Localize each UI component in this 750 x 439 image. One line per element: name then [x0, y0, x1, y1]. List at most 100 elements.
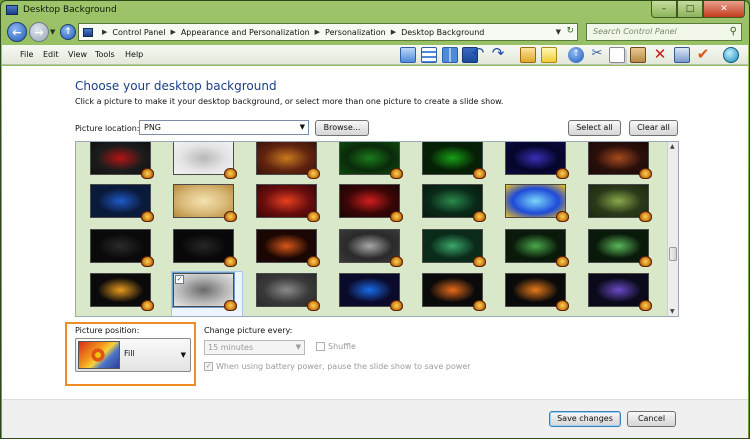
menu-view[interactable]: View [68, 50, 87, 59]
page-description: Click a picture to make it your desktop … [75, 97, 504, 106]
shuffle-label: Shuffle [328, 342, 356, 351]
seal-badge-icon [556, 211, 569, 222]
breadcrumb-chevron-icon[interactable]: ▶ [315, 28, 320, 36]
properties-icon[interactable] [674, 47, 690, 63]
browse-button[interactable]: Browse... [315, 120, 369, 136]
seal-badge-icon [141, 168, 154, 179]
search-icon[interactable]: ⚲ [730, 26, 737, 37]
breadcrumb-control-panel[interactable]: Control Panel [112, 28, 165, 37]
seal-badge-icon [390, 168, 403, 179]
breadcrumb-chevron-icon[interactable]: ▶ [170, 28, 175, 36]
scroll-down-icon[interactable]: ▼ [670, 308, 675, 315]
save-changes-button[interactable]: Save changes [549, 411, 621, 427]
address-bar[interactable]: ▶ Control Panel ▶ Appearance and Persona… [78, 23, 578, 41]
interval-value: 15 minutes [208, 343, 254, 352]
menu-help[interactable]: Help [125, 50, 143, 59]
chevron-down-icon: ▼ [299, 123, 305, 131]
undo-icon[interactable]: ↶ [470, 46, 486, 63]
copy-icon[interactable] [609, 47, 625, 63]
menu-edit[interactable]: Edit [43, 50, 59, 59]
picture-location-select[interactable]: PNG ▼ [139, 120, 309, 135]
position-preview-image [78, 341, 120, 369]
refresh-icon[interactable]: ↻ [566, 26, 574, 36]
gallery-scrollbar[interactable]: ▲ ▼ [667, 142, 678, 316]
minimize-button[interactable]: – [651, 1, 677, 18]
main-content: Choose your desktop background Click a p… [2, 66, 748, 399]
bookmark-icon[interactable] [541, 47, 557, 63]
seal-badge-icon [307, 168, 320, 179]
shuffle-checkbox[interactable] [316, 342, 325, 351]
clear-all-button[interactable]: Clear all [629, 120, 678, 136]
select-all-button[interactable]: Select all [568, 120, 621, 136]
close-button[interactable]: ✕ [703, 1, 745, 18]
seal-badge-icon [390, 256, 403, 267]
checkmark-icon[interactable]: ✔ [695, 47, 711, 63]
search-input[interactable]: Search Control Panel ⚲ [586, 23, 742, 41]
menu-bar: File Edit View Tools Help ↶ ↷ ↑ ✂ ✕ ✔ [2, 45, 748, 65]
search-placeholder: Search Control Panel [593, 27, 677, 36]
picture-position-select[interactable]: Fill ▼ [75, 338, 191, 372]
cancel-button[interactable]: Cancel [627, 411, 676, 427]
breadcrumb-appearance[interactable]: Appearance and Personalization [181, 28, 310, 37]
window-title: Desktop Background [23, 5, 117, 15]
picture-gallery: ✓ ▲ ▼ [75, 141, 679, 317]
navigation-bar: ← → ▼ ↑ ▶ Control Panel ▶ Appearance and… [5, 22, 745, 44]
breadcrumb-chevron-icon[interactable]: ▶ [102, 28, 107, 36]
seal-badge-icon [307, 300, 320, 311]
scroll-thumb[interactable] [669, 247, 677, 261]
recent-pages-chevron-icon[interactable]: ▼ [50, 28, 55, 36]
delete-icon[interactable]: ✕ [652, 47, 668, 63]
menu-tools[interactable]: Tools [95, 50, 115, 59]
redo-icon[interactable]: ↷ [490, 46, 506, 63]
picture-location-value: PNG [144, 123, 162, 132]
chevron-down-icon: ▼ [295, 343, 301, 351]
seal-badge-icon [141, 256, 154, 267]
back-button[interactable]: ← [7, 22, 27, 42]
explorer-window: Desktop Background – □ ✕ ← → ▼ ↑ ▶ Contr… [0, 0, 750, 439]
seal-badge-icon [141, 211, 154, 222]
seal-badge-icon [307, 256, 320, 267]
breadcrumb-personalization[interactable]: Personalization [325, 28, 386, 37]
breadcrumb: ▶ Control Panel ▶ Appearance and Persona… [97, 28, 484, 37]
paste-icon[interactable] [630, 47, 646, 63]
breadcrumb-chevron-icon[interactable]: ▶ [391, 28, 396, 36]
title-bar[interactable]: Desktop Background – □ ✕ [1, 1, 749, 21]
seal-badge-icon [473, 256, 486, 267]
seal-badge-icon [390, 211, 403, 222]
seal-badge-icon [639, 168, 652, 179]
seal-badge-icon [307, 211, 320, 222]
seal-badge-icon [390, 300, 403, 311]
window-controls: – □ ✕ [651, 1, 745, 19]
dialog-footer: Save changes Cancel [2, 399, 748, 438]
interval-select[interactable]: 15 minutes ▼ [204, 340, 305, 355]
seal-badge-icon [639, 300, 652, 311]
forward-button[interactable]: → [29, 22, 49, 42]
scroll-up-icon[interactable]: ▲ [670, 143, 675, 150]
maximize-button[interactable]: □ [677, 1, 703, 18]
large-icons-view-icon[interactable] [400, 47, 416, 63]
seal-badge-icon [473, 168, 486, 179]
picture-location-label: Picture location: [75, 124, 140, 133]
seal-badge-icon [556, 168, 569, 179]
picture-position-value: Fill [124, 349, 135, 358]
web-icon[interactable] [723, 47, 739, 63]
thumbnail-checkbox[interactable]: ✓ [175, 275, 184, 284]
details-view-icon[interactable] [421, 47, 437, 63]
menu-file[interactable]: File [20, 50, 33, 59]
list-view-icon[interactable] [442, 47, 458, 63]
up-folder-icon[interactable]: ↑ [568, 47, 584, 63]
battery-label: When using battery power, pause the slid… [216, 362, 471, 371]
cut-icon[interactable]: ✂ [589, 47, 605, 63]
seal-badge-icon [639, 256, 652, 267]
folders-icon[interactable] [520, 47, 536, 63]
seal-badge-icon [473, 300, 486, 311]
address-dropdown-icon[interactable]: ▼ [556, 28, 561, 36]
control-panel-icon [6, 5, 18, 15]
up-button[interactable]: ↑ [60, 24, 76, 40]
seal-badge-icon [224, 300, 237, 311]
breadcrumb-desktop-background[interactable]: Desktop Background [401, 28, 484, 37]
battery-checkbox[interactable]: ✓ [204, 362, 213, 371]
seal-badge-icon [224, 256, 237, 267]
seal-badge-icon [224, 168, 237, 179]
seal-badge-icon [639, 211, 652, 222]
